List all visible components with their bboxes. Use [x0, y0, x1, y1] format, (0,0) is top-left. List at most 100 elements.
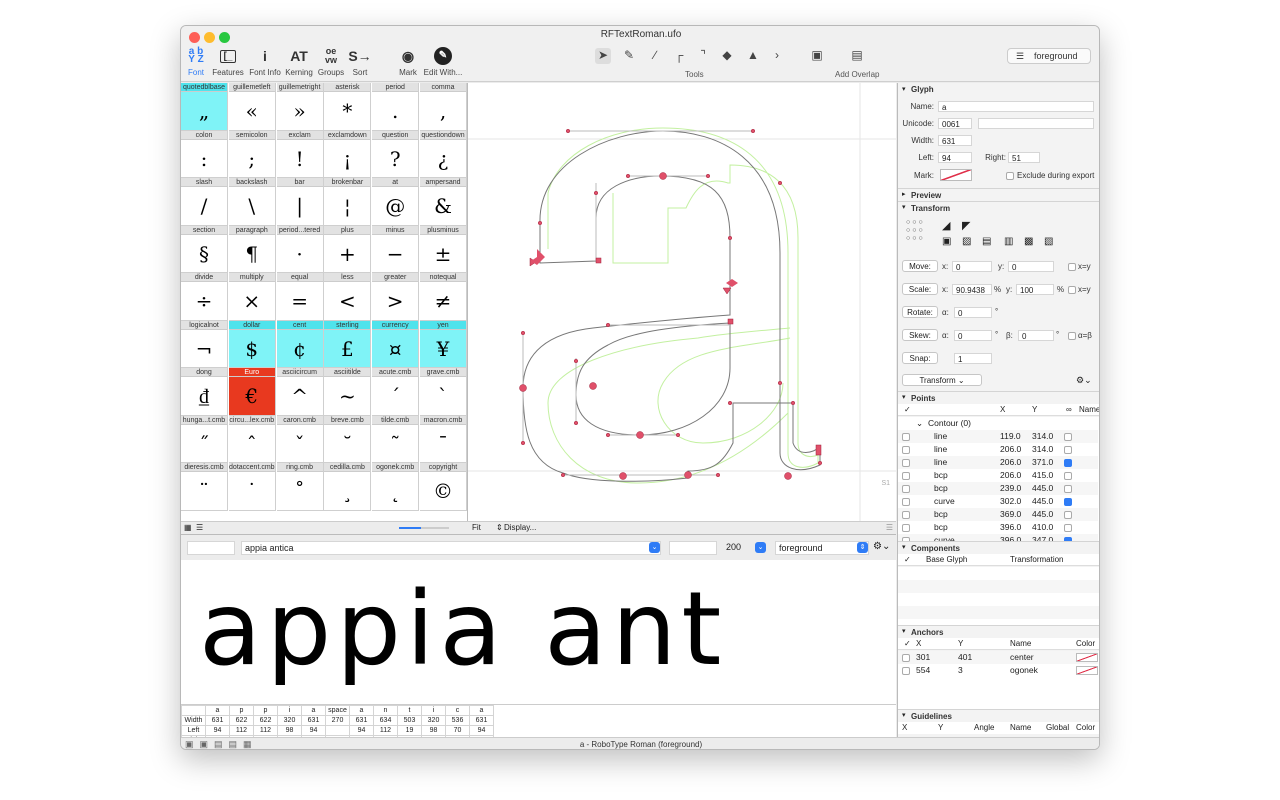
metrics-cell[interactable]: 270 [325, 715, 350, 726]
glyph-cell[interactable]: question? [372, 130, 420, 178]
space-layer-popup[interactable]: foreground [775, 541, 869, 555]
rotate-button[interactable]: Rotate: [902, 306, 938, 318]
metrics-cell[interactable]: 112 [229, 725, 254, 736]
align-bottom-icon[interactable]: ▧ [1044, 236, 1053, 247]
metrics-cell[interactable]: 631 [205, 715, 230, 726]
left-margin-field[interactable]: 94 [938, 152, 972, 163]
glyph-cell[interactable]: section § [181, 225, 228, 273]
point-row[interactable]: line 206.0 314.0 [898, 443, 1098, 456]
skew-ab-checkbox[interactable] [1068, 332, 1076, 340]
flip-horizontal-icon[interactable]: ◢ [942, 219, 950, 232]
scale-xy-checkbox[interactable] [1068, 286, 1076, 294]
name-field[interactable]: a [938, 101, 1094, 112]
glyph-cell[interactable]: ampersand & [420, 178, 467, 226]
points-table[interactable]: ⌄ Contour (0) line 119.0 314.0 line 206.0 314… [898, 417, 1099, 541]
metrics-cell[interactable]: 19 [397, 725, 422, 736]
glyph-cell[interactable]: guillemetleft « [228, 83, 276, 131]
list-view-icon[interactable]: ☰ [196, 523, 203, 532]
size-dropdown-chevron-icon[interactable]: ⌄ [755, 542, 766, 553]
point-select-checkbox[interactable] [902, 446, 910, 454]
point-smooth-checkbox[interactable] [1064, 459, 1072, 467]
sort-button[interactable]: S→ Sort [337, 44, 383, 77]
unicode-field[interactable]: 0061 [938, 118, 972, 129]
transform-menu[interactable]: Transform ⌄ [902, 374, 982, 386]
glyph-cell[interactable]: asterisk * [324, 83, 372, 131]
metrics-cell[interactable]: 320 [421, 715, 446, 726]
guidelines-section-header[interactable]: Guidelines [898, 709, 1099, 722]
metrics-cell[interactable] [325, 725, 350, 736]
metrics-cell[interactable]: 622 [253, 715, 278, 726]
glyph-canvas[interactable]: S1 [468, 83, 896, 521]
glyph-cell[interactable]: ring.cmb ˚ [276, 463, 324, 511]
metrics-cell[interactable]: 622 [229, 715, 254, 726]
anchor-color-well[interactable] [1076, 666, 1098, 675]
anchors-table[interactable]: 301 401 center 554 3 ogonek [898, 651, 1099, 709]
point-smooth-checkbox[interactable] [1064, 511, 1072, 519]
width-field[interactable]: 631 [938, 135, 972, 146]
move-xy-checkbox[interactable] [1068, 263, 1076, 271]
metrics-cell[interactable]: 70 [445, 725, 470, 736]
point-smooth-checkbox[interactable] [1064, 498, 1072, 506]
resize-grip-icon[interactable]: ☰ [886, 523, 893, 532]
point-select-checkbox[interactable] [902, 524, 910, 532]
metrics-cell[interactable]: 631 [469, 715, 494, 726]
glyph-cell[interactable]: at @ [372, 178, 420, 226]
glyph-section-header[interactable]: Glyph [898, 83, 1099, 96]
point-select-checkbox[interactable] [902, 433, 910, 441]
flip-vertical-icon[interactable]: ◤ [962, 219, 970, 232]
anchors-section-header[interactable]: Anchors [898, 625, 1099, 638]
move-x-field[interactable]: 0 [952, 261, 992, 272]
align-left-icon[interactable]: ▣ [942, 236, 951, 247]
glyph-cell[interactable]: exclamdown ¡ [324, 130, 372, 178]
glyph-cell[interactable]: cent ¢ [276, 320, 324, 368]
metrics-cell[interactable]: 112 [253, 725, 278, 736]
metrics-cell[interactable]: 503 [397, 715, 422, 726]
grid-view-icon[interactable]: ▦ [184, 523, 192, 532]
anchor-color-well[interactable] [1076, 653, 1098, 662]
scale-x-field[interactable]: 90.9438 [952, 284, 992, 295]
point-smooth-checkbox[interactable] [1064, 446, 1072, 454]
gear-icon[interactable]: ⚙⌄ [1076, 375, 1092, 386]
point-smooth-checkbox[interactable] [1064, 433, 1072, 441]
glyph-cell[interactable]: brokenbar ¦ [324, 178, 372, 226]
skew-button[interactable]: Skew: [902, 329, 938, 341]
metrics-cell[interactable]: 98 [421, 725, 446, 736]
point-select-checkbox[interactable] [902, 485, 910, 493]
metrics-cell[interactable]: 631 [349, 715, 374, 726]
glyph-cell[interactable]: equal = [276, 273, 324, 321]
size-field[interactable]: 200 [723, 541, 753, 555]
glyph-cell[interactable]: caron.cmb ˇ [276, 415, 324, 463]
glyph-outline[interactable] [468, 83, 896, 521]
space-glyph-field[interactable] [187, 541, 235, 555]
metrics-cell[interactable]: 112 [373, 725, 398, 736]
shape-tool-icon[interactable]: ┌ [671, 48, 687, 64]
snap-button[interactable]: Snap: [902, 352, 938, 364]
point-select-checkbox[interactable] [902, 498, 910, 506]
pen-tool-icon[interactable]: ✎ [621, 48, 637, 64]
glyph-cell[interactable]: period...tered · [276, 225, 324, 273]
glyph-cell[interactable]: minus − [372, 225, 420, 273]
align-right-icon[interactable]: ▤ [982, 236, 991, 247]
transform-origin-grid[interactable]: ○○○ ○○○ ○○○ [906, 219, 932, 245]
point-row[interactable]: line 119.0 314.0 [898, 430, 1098, 443]
right-margin-field[interactable]: 51 [1008, 152, 1040, 163]
components-section-header[interactable]: Components [898, 541, 1099, 554]
point-select-checkbox[interactable] [902, 472, 910, 480]
anchor-row[interactable]: 301 401 center [898, 651, 1098, 664]
point-row[interactable]: bcp 369.0 445.0 [898, 508, 1098, 521]
glyph-cell[interactable]: greater > [372, 273, 420, 321]
space-center-preview[interactable]: appia ant [181, 560, 896, 706]
point-row[interactable]: bcp 396.0 410.0 [898, 521, 1098, 534]
glyph-cell[interactable]: asciicircum ^ [276, 368, 324, 416]
glyph-cell[interactable]: circu...lex.cmb ˆ [228, 415, 276, 463]
skew-beta-field[interactable]: 0 [1018, 330, 1054, 341]
glyph-cell[interactable]: multiply × [228, 273, 276, 321]
preview-section-header[interactable]: Preview [898, 188, 1099, 201]
point-row[interactable]: line 206.0 371.0 [898, 456, 1098, 469]
metrics-cell[interactable]: 98 [277, 725, 302, 736]
points-section-header[interactable]: Points [898, 391, 1099, 404]
components-table[interactable] [898, 567, 1099, 625]
point-smooth-checkbox[interactable] [1064, 472, 1072, 480]
contour-row[interactable]: ⌄ Contour (0) [898, 417, 1098, 430]
anchor-row[interactable]: 554 3 ogonek [898, 664, 1098, 677]
